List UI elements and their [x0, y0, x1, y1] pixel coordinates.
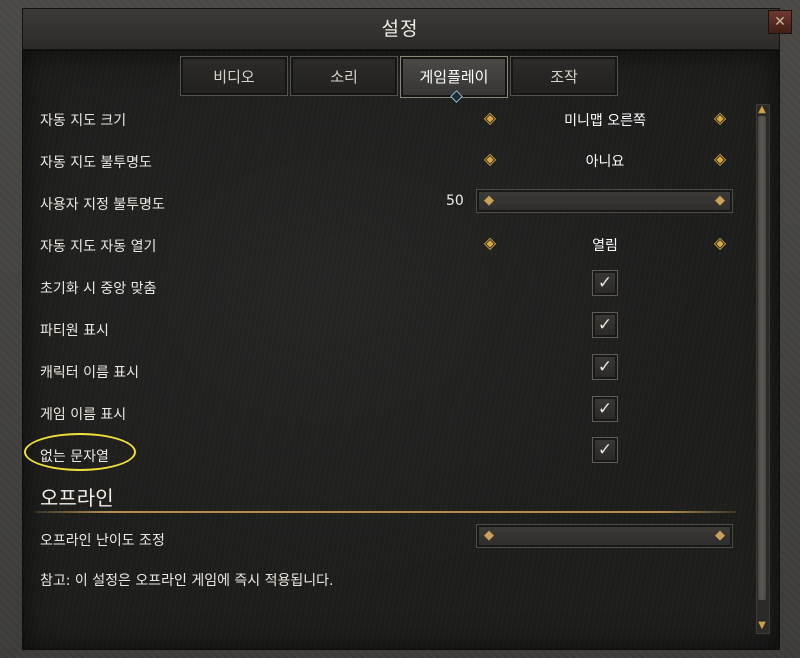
setting-value: 아니요: [585, 154, 625, 170]
setting-label: 캐릭터 이름 표시: [40, 365, 140, 381]
missing-string-checkbox[interactable]: ✓: [592, 437, 618, 463]
tab-sound[interactable]: 소리: [290, 56, 398, 96]
tab-controls[interactable]: 조작: [510, 56, 618, 96]
tab-video[interactable]: 비디오: [180, 56, 288, 96]
setting-label: 게임 이름 표시: [40, 407, 127, 423]
setting-value: 미니맵 오른쪽: [564, 113, 646, 129]
slider-handle-icon[interactable]: ◆: [480, 527, 498, 545]
annotation-highlight-circle: [24, 433, 136, 471]
setting-label: 초기화 시 중앙 맞춤: [40, 281, 157, 297]
section-title-offline: 오프라인: [40, 486, 114, 510]
arrow-right-icon[interactable]: ◈: [711, 150, 729, 168]
show-game-name-checkbox[interactable]: ✓: [592, 396, 618, 422]
setting-label: 사용자 지정 불투명도: [40, 197, 165, 213]
slider-value: 50: [446, 193, 464, 209]
close-icon[interactable]: ✕: [768, 10, 792, 34]
slider-end-icon: ◆: [715, 528, 725, 543]
arrow-left-icon[interactable]: ◈: [481, 234, 499, 252]
offline-difficulty-slider[interactable]: ◆ ◆: [476, 524, 733, 548]
scrollbar-thumb[interactable]: [758, 116, 766, 600]
offline-note: 참고: 이 설정은 오프라인 게임에 즉시 적용됩니다.: [40, 573, 334, 589]
setting-label: 자동 지도 자동 열기: [40, 239, 157, 255]
arrow-right-icon[interactable]: ◈: [711, 109, 729, 127]
slider-end-icon: ◆: [715, 193, 725, 208]
settings-panel: [22, 50, 780, 650]
setting-label: 자동 지도 크기: [40, 113, 127, 129]
section-divider: [36, 511, 736, 513]
arrow-left-icon[interactable]: ◈: [481, 109, 499, 127]
setting-label: 파티원 표시: [40, 323, 109, 339]
tab-bar: 비디오 소리 게임플레이 조작: [180, 56, 618, 98]
setting-label: 자동 지도 불투명도: [40, 155, 152, 171]
arrow-left-icon[interactable]: ◈: [481, 150, 499, 168]
setting-label: 오프라인 난이도 조정: [40, 533, 165, 549]
show-party-checkbox[interactable]: ✓: [592, 312, 618, 338]
show-character-name-checkbox[interactable]: ✓: [592, 354, 618, 380]
setting-value: 열림: [592, 238, 618, 254]
window-title: 설정: [381, 18, 419, 40]
opacity-slider[interactable]: ◆ ◆: [476, 189, 733, 213]
center-on-reset-checkbox[interactable]: ✓: [592, 270, 618, 296]
scroll-down-icon[interactable]: ▼: [755, 620, 769, 632]
arrow-right-icon[interactable]: ◈: [711, 234, 729, 252]
slider-handle-icon[interactable]: ◆: [480, 192, 498, 210]
scroll-up-icon[interactable]: ▲: [755, 104, 769, 116]
